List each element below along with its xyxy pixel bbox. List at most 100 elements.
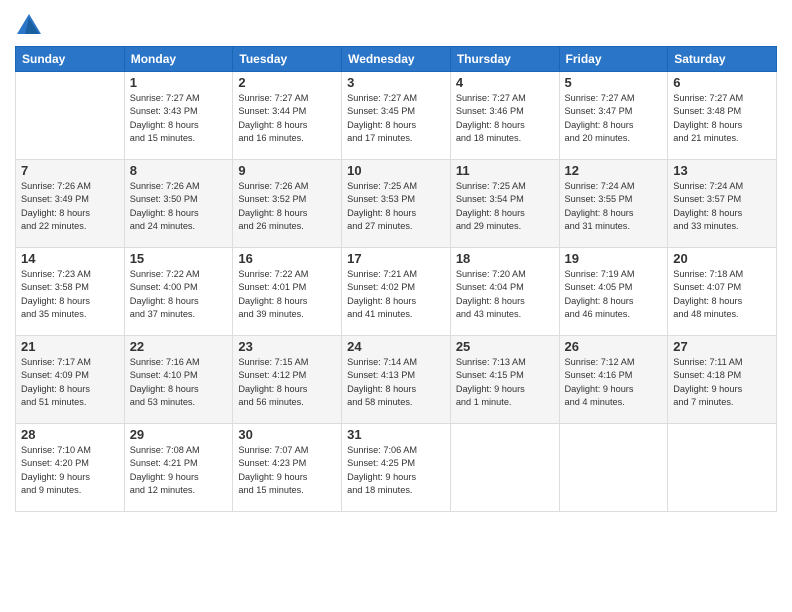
day-cell: 8 Sunrise: 7:26 AM Sunset: 3:50 PM Daylig… [124,160,233,248]
day-number: 4 [456,75,554,90]
day-cell [668,424,777,512]
day-number: 8 [130,163,228,178]
day-info: Sunrise: 7:12 AM Sunset: 4:16 PM Dayligh… [565,356,663,409]
day-info: Sunrise: 7:22 AM Sunset: 4:01 PM Dayligh… [238,268,336,321]
day-number: 26 [565,339,663,354]
calendar-page: SundayMondayTuesdayWednesdayThursdayFrid… [0,0,792,612]
day-cell: 29Sunrise: 7:08 AM Sunset: 4:21 PM Dayli… [124,424,233,512]
day-number: 10 [347,163,445,178]
day-number: 12 [565,163,663,178]
day-info: Sunrise: 7:13 AM Sunset: 4:15 PM Dayligh… [456,356,554,409]
day-number: 5 [565,75,663,90]
week-row-2: 7 Sunrise: 7:26 AM Sunset: 3:49 PM Daylig… [16,160,777,248]
day-cell: 22Sunrise: 7:16 AM Sunset: 4:10 PM Dayli… [124,336,233,424]
day-number: 7 [21,163,119,178]
day-info: Sunrise: 7:27 AM Sunset: 3:45 PM Dayligh… [347,92,445,145]
day-info: Sunrise: 7:21 AM Sunset: 4:02 PM Dayligh… [347,268,445,321]
day-number: 28 [21,427,119,442]
logo [15,10,47,38]
day-number: 6 [673,75,771,90]
week-row-1: 1 Sunrise: 7:27 AM Sunset: 3:43 PM Daylig… [16,72,777,160]
day-info: Sunrise: 7:27 AM Sunset: 3:46 PM Dayligh… [456,92,554,145]
day-number: 3 [347,75,445,90]
day-info: Sunrise: 7:14 AM Sunset: 4:13 PM Dayligh… [347,356,445,409]
week-row-4: 21 Sunrise: 7:17 AM Sunset: 4:09 PM Dayli… [16,336,777,424]
day-cell: 23Sunrise: 7:15 AM Sunset: 4:12 PM Dayli… [233,336,342,424]
day-cell [559,424,668,512]
day-cell: 25 Sunrise: 7:13 AM Sunset: 4:15 PM Dayli… [450,336,559,424]
day-cell: 13 Sunrise: 7:24 AM Sunset: 3:57 PM Dayli… [668,160,777,248]
week-row-3: 14 Sunrise: 7:23 AM Sunset: 3:58 PM Dayli… [16,248,777,336]
day-info: Sunrise: 7:27 AM Sunset: 3:43 PM Dayligh… [130,92,228,145]
day-cell: 30 Sunrise: 7:07 AM Sunset: 4:23 PM Dayli… [233,424,342,512]
weekday-header-row: SundayMondayTuesdayWednesdayThursdayFrid… [16,47,777,72]
day-number: 24 [347,339,445,354]
day-info: Sunrise: 7:23 AM Sunset: 3:58 PM Dayligh… [21,268,119,321]
day-number: 9 [238,163,336,178]
day-info: Sunrise: 7:06 AM Sunset: 4:25 PM Dayligh… [347,444,445,497]
day-cell [16,72,125,160]
day-info: Sunrise: 7:27 AM Sunset: 3:47 PM Dayligh… [565,92,663,145]
weekday-header-monday: Monday [124,47,233,72]
day-info: Sunrise: 7:26 AM Sunset: 3:52 PM Dayligh… [238,180,336,233]
day-cell: 6 Sunrise: 7:27 AM Sunset: 3:48 PM Daylig… [668,72,777,160]
day-number: 16 [238,251,336,266]
weekday-header-wednesday: Wednesday [342,47,451,72]
day-number: 21 [21,339,119,354]
day-cell: 12 Sunrise: 7:24 AM Sunset: 3:55 PM Dayli… [559,160,668,248]
day-number: 20 [673,251,771,266]
day-cell: 24 Sunrise: 7:14 AM Sunset: 4:13 PM Dayli… [342,336,451,424]
day-number: 17 [347,251,445,266]
weekday-header-thursday: Thursday [450,47,559,72]
day-number: 25 [456,339,554,354]
day-info: Sunrise: 7:19 AM Sunset: 4:05 PM Dayligh… [565,268,663,321]
day-cell [450,424,559,512]
day-number: 19 [565,251,663,266]
day-info: Sunrise: 7:07 AM Sunset: 4:23 PM Dayligh… [238,444,336,497]
day-number: 18 [456,251,554,266]
day-info: Sunrise: 7:22 AM Sunset: 4:00 PM Dayligh… [130,268,228,321]
day-info: Sunrise: 7:25 AM Sunset: 3:53 PM Dayligh… [347,180,445,233]
day-cell: 4 Sunrise: 7:27 AM Sunset: 3:46 PM Daylig… [450,72,559,160]
day-cell: 14 Sunrise: 7:23 AM Sunset: 3:58 PM Dayli… [16,248,125,336]
day-cell: 20 Sunrise: 7:18 AM Sunset: 4:07 PM Dayli… [668,248,777,336]
day-number: 27 [673,339,771,354]
weekday-header-tuesday: Tuesday [233,47,342,72]
day-info: Sunrise: 7:17 AM Sunset: 4:09 PM Dayligh… [21,356,119,409]
day-number: 31 [347,427,445,442]
day-cell: 10 Sunrise: 7:25 AM Sunset: 3:53 PM Dayli… [342,160,451,248]
day-number: 2 [238,75,336,90]
day-number: 30 [238,427,336,442]
day-info: Sunrise: 7:24 AM Sunset: 3:55 PM Dayligh… [565,180,663,233]
day-info: Sunrise: 7:24 AM Sunset: 3:57 PM Dayligh… [673,180,771,233]
day-info: Sunrise: 7:18 AM Sunset: 4:07 PM Dayligh… [673,268,771,321]
day-info: Sunrise: 7:26 AM Sunset: 3:50 PM Dayligh… [130,180,228,233]
day-info: Sunrise: 7:08 AM Sunset: 4:21 PM Dayligh… [130,444,228,497]
week-row-5: 28 Sunrise: 7:10 AM Sunset: 4:20 PM Dayli… [16,424,777,512]
day-cell: 7 Sunrise: 7:26 AM Sunset: 3:49 PM Daylig… [16,160,125,248]
day-cell: 15Sunrise: 7:22 AM Sunset: 4:00 PM Dayli… [124,248,233,336]
calendar-table: SundayMondayTuesdayWednesdayThursdayFrid… [15,46,777,512]
day-number: 1 [130,75,228,90]
day-cell: 27Sunrise: 7:11 AM Sunset: 4:18 PM Dayli… [668,336,777,424]
day-info: Sunrise: 7:26 AM Sunset: 3:49 PM Dayligh… [21,180,119,233]
weekday-header-friday: Friday [559,47,668,72]
day-info: Sunrise: 7:15 AM Sunset: 4:12 PM Dayligh… [238,356,336,409]
day-number: 13 [673,163,771,178]
day-info: Sunrise: 7:27 AM Sunset: 3:48 PM Dayligh… [673,92,771,145]
day-info: Sunrise: 7:20 AM Sunset: 4:04 PM Dayligh… [456,268,554,321]
day-cell: 18 Sunrise: 7:20 AM Sunset: 4:04 PM Dayli… [450,248,559,336]
day-cell: 2 Sunrise: 7:27 AM Sunset: 3:44 PM Daylig… [233,72,342,160]
weekday-header-saturday: Saturday [668,47,777,72]
day-cell: 1 Sunrise: 7:27 AM Sunset: 3:43 PM Daylig… [124,72,233,160]
day-cell: 31 Sunrise: 7:06 AM Sunset: 4:25 PM Dayli… [342,424,451,512]
day-number: 11 [456,163,554,178]
logo-icon [15,10,43,38]
day-info: Sunrise: 7:10 AM Sunset: 4:20 PM Dayligh… [21,444,119,497]
day-cell: 21 Sunrise: 7:17 AM Sunset: 4:09 PM Dayli… [16,336,125,424]
weekday-header-sunday: Sunday [16,47,125,72]
day-number: 22 [130,339,228,354]
day-info: Sunrise: 7:27 AM Sunset: 3:44 PM Dayligh… [238,92,336,145]
day-cell: 28 Sunrise: 7:10 AM Sunset: 4:20 PM Dayli… [16,424,125,512]
day-number: 14 [21,251,119,266]
